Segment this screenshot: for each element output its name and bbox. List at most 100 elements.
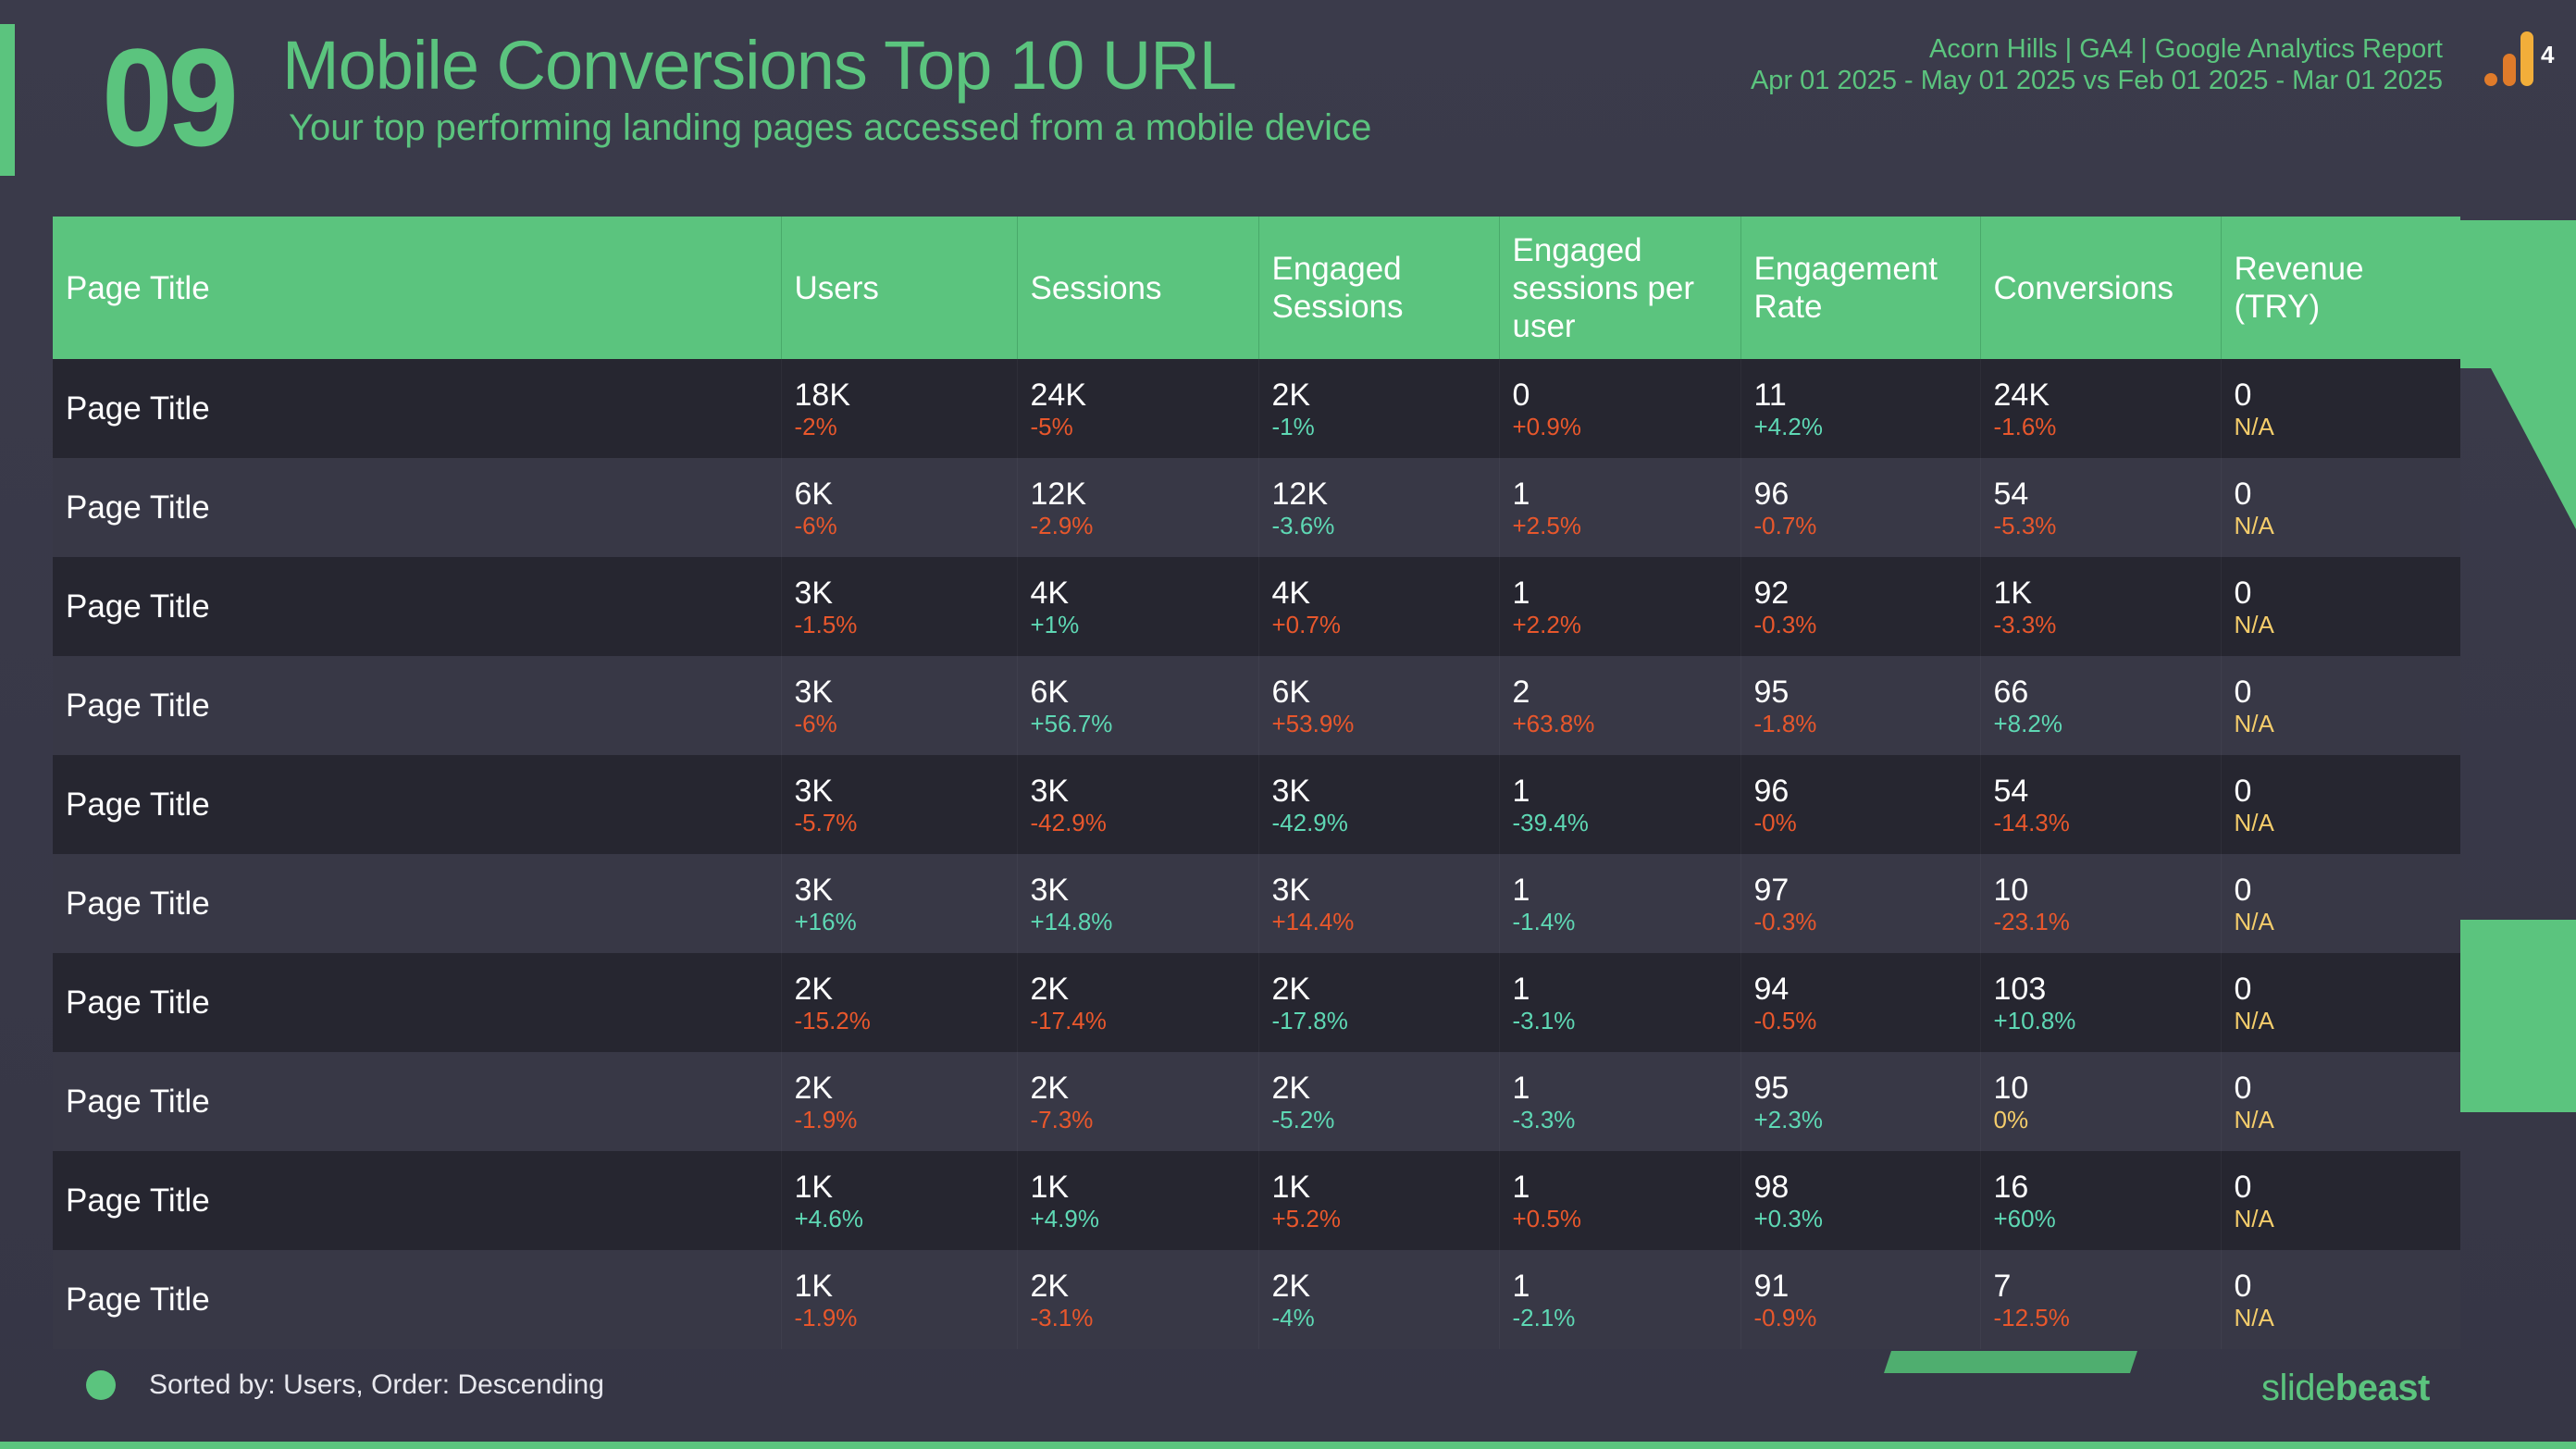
metric-value: 24K [1993,377,2050,413]
metric-value: 91 [1753,1268,1790,1304]
metric-change: -0.9% [1753,1303,1817,1331]
metric-cell: 3K -6% [781,656,1018,755]
metric-change: -42.9% [1030,808,1107,836]
brand-bold: beast [2334,1368,2431,1408]
metric-change: -0.3% [1753,610,1817,638]
metric-change: +16% [794,907,857,935]
metric-value: 3K [794,575,834,611]
metric-change: -15.2% [794,1006,871,1034]
metric-change: -1% [1271,412,1315,440]
metric-cell: 3K -5.7% [781,755,1018,854]
metric-change: -4% [1271,1303,1315,1331]
metric-cell: 92 -0.3% [1740,557,1981,656]
table-row: Page Title 3K -6% 6K +56.7% 6K +53.9% 2 +63.8% 95… [53,656,2460,755]
report-meta: Acorn Hills | GA4 | Google Analytics Rep… [1751,33,2443,96]
metric-value: 1K [1271,1169,1311,1205]
metric-cell: 3K -42.9% [1258,755,1500,854]
column-header: Conversions [1980,217,2222,359]
metric-value: 1 [1512,971,1530,1007]
metric-cell: 54 -5.3% [1980,458,2222,557]
ga-logo-suffix: 4 [2541,41,2555,68]
table-row: Page Title 3K +16% 3K +14.8% 3K +14.4% 1 -1.4% 97… [53,854,2460,953]
metric-value: 54 [1993,773,2029,809]
metric-value: 3K [1271,773,1311,809]
metric-change: +4.6% [794,1204,863,1232]
metric-cell: 1 +0.5% [1499,1151,1741,1250]
metric-cell: 2K -17.4% [1017,953,1259,1052]
metric-value: 3K [1030,773,1070,809]
metric-value: 2K [1271,971,1311,1007]
slidebeast-logo: slidebeast [2261,1368,2430,1409]
metric-change: +0.7% [1271,610,1341,638]
left-accent-bar [0,24,15,176]
metric-change: -0.7% [1753,511,1817,539]
metric-change: -17.8% [1271,1006,1348,1034]
metric-change: N/A [2234,1006,2274,1034]
metric-value: 3K [794,773,834,809]
page-title: Mobile Conversions Top 10 URL [282,27,1237,104]
metric-cell: 0 N/A [2221,953,2460,1052]
page-title-cell: Page Title [53,854,782,953]
metric-cell: 3K +14.8% [1017,854,1259,953]
metric-cell: 2K -4% [1258,1250,1500,1349]
brand-light: slide [2261,1368,2335,1408]
column-header: Engaged Sessions [1258,217,1500,359]
metric-cell: 3K -42.9% [1017,755,1259,854]
metric-value: 1 [1512,773,1530,809]
metric-change: +1% [1030,610,1080,638]
metric-value: 2K [1271,1268,1311,1304]
metric-change: +10.8% [1993,1006,2076,1034]
metric-cell: 1 +2.2% [1499,557,1741,656]
page-title-cell: Page Title [53,1250,782,1349]
metric-change: -39.4% [1512,808,1589,836]
metric-change: -1.8% [1753,709,1817,737]
page-title-cell: Page Title [53,755,782,854]
metric-cell: 1K -1.9% [781,1250,1018,1349]
metric-cell: 12K -2.9% [1017,458,1259,557]
slide-number: 09 [102,19,239,175]
metric-cell: 1K +5.2% [1258,1151,1500,1250]
sort-indicator-dot [86,1370,116,1400]
metric-change: N/A [2234,1303,2274,1331]
metric-cell: 1K +4.9% [1017,1151,1259,1250]
metric-cell: 0 N/A [2221,557,2460,656]
metric-change: N/A [2234,1105,2274,1133]
metric-value: 95 [1753,1070,1790,1106]
metric-cell: 4K +0.7% [1258,557,1500,656]
metric-cell: 94 -0.5% [1740,953,1981,1052]
metric-change: +53.9% [1271,709,1355,737]
page-title-cell: Page Title [53,953,782,1052]
metric-value: 2K [794,1070,834,1106]
metric-cell: 3K +16% [781,854,1018,953]
metric-cell: 1 +2.5% [1499,458,1741,557]
metric-cell: 10 0% [1980,1052,2222,1151]
metric-cell: 4K +1% [1017,557,1259,656]
column-header: Page Title [53,217,782,359]
metric-value: 66 [1993,674,2029,710]
metric-value: 4K [1030,575,1070,611]
metric-value: 96 [1753,773,1790,809]
ga-logo-dot [2484,73,2497,86]
metric-value: 92 [1753,575,1790,611]
metric-cell: 96 -0% [1740,755,1981,854]
metric-change: -3.1% [1030,1303,1094,1331]
metric-value: 6K [1030,674,1070,710]
metric-change: N/A [2234,511,2274,539]
metric-change: -23.1% [1993,907,2070,935]
metric-value: 10 [1993,1070,2029,1106]
metric-change: -6% [794,511,837,539]
metric-cell: 0 N/A [2221,458,2460,557]
page-title-cell: Page Title [53,1052,782,1151]
metric-cell: 18K -2% [781,359,1018,458]
metric-change: -3.3% [1512,1105,1576,1133]
metric-change: -5.7% [794,808,858,836]
metric-change: +8.2% [1993,709,2062,737]
metric-value: 12K [1030,476,1087,512]
metric-cell: 3K +14.4% [1258,854,1500,953]
metric-value: 18K [794,377,851,413]
metric-change: +14.8% [1030,907,1113,935]
metric-cell: 1 -3.3% [1499,1052,1741,1151]
metric-cell: 0 N/A [2221,854,2460,953]
metric-cell: 95 -1.8% [1740,656,1981,755]
metric-change: -5.3% [1993,511,2057,539]
